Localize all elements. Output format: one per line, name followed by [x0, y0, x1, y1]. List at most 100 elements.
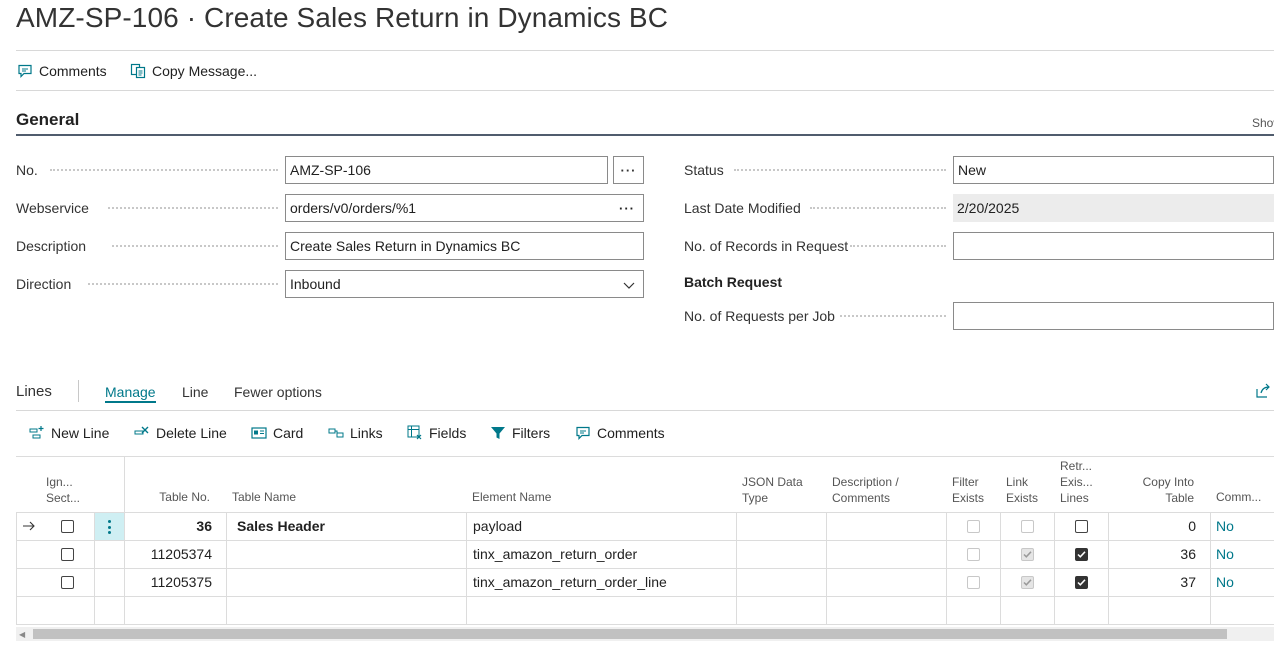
col-copy-into-header[interactable]: Copy Into Table — [1120, 474, 1194, 506]
checkbox — [967, 575, 980, 589]
leader-dots — [850, 245, 946, 247]
col-table-no-header[interactable]: Table No. — [140, 489, 210, 505]
col-copy-into-line2: Table — [1165, 491, 1194, 505]
fields-button[interactable]: Fields — [407, 425, 466, 441]
leader-dots — [112, 245, 278, 247]
checkbox — [1021, 519, 1034, 533]
fields-label: Fields — [429, 425, 467, 441]
new-line-button[interactable]: New Line — [29, 425, 109, 441]
copy-message-action[interactable]: Copy Message... — [130, 63, 257, 79]
comment-icon — [575, 425, 591, 441]
filters-button[interactable]: Filters — [490, 425, 550, 441]
row-1-copy-into[interactable]: 0 — [1120, 512, 1196, 540]
row-1-ignore-checkbox[interactable] — [61, 512, 74, 540]
col-ignore-header[interactable]: Ign... Sect... — [46, 474, 80, 506]
row-3-retr-checkbox[interactable] — [1075, 568, 1088, 596]
ellipsis-icon[interactable]: ··· — [619, 201, 635, 216]
row-2-retr-checkbox[interactable] — [1075, 540, 1088, 568]
general-section-title[interactable]: General — [16, 110, 79, 130]
filter-icon — [490, 425, 506, 441]
row-3-copy-into[interactable]: 37 — [1120, 568, 1196, 596]
row-2-link-exists — [1021, 540, 1034, 568]
col-table-name-header[interactable]: Table Name — [232, 489, 296, 505]
col-json-type-header[interactable]: JSON Data Type — [742, 474, 803, 506]
row-3-ignore-checkbox[interactable] — [61, 568, 74, 596]
checkbox — [1075, 547, 1088, 561]
share-icon[interactable] — [1255, 383, 1271, 402]
row-2-ignore-checkbox[interactable] — [61, 540, 74, 568]
row-3-table-no[interactable]: 11205375 — [130, 568, 212, 596]
comments-action[interactable]: Comments — [17, 63, 107, 79]
lines-comments-label: Comments — [597, 425, 665, 441]
row-2-copy-into[interactable]: 36 — [1120, 540, 1196, 568]
leader-dots — [108, 207, 278, 209]
new-line-icon — [29, 425, 45, 441]
col-retr-line3: Lines — [1060, 491, 1089, 505]
checkbox — [61, 547, 74, 561]
horizontal-scrollbar[interactable]: ◀ — [16, 627, 1274, 641]
grid-col-border — [736, 512, 737, 624]
row-3-comm-link[interactable]: No — [1216, 568, 1234, 596]
checkbox — [967, 547, 980, 561]
col-retr-line1: Retr... — [1060, 459, 1093, 473]
card-label: Card — [273, 425, 304, 441]
scrollbar-thumb[interactable] — [33, 629, 1227, 639]
delete-line-label: Delete Line — [156, 425, 227, 441]
last-modified-field-label: Last Date Modified — [684, 194, 952, 222]
delete-line-button[interactable]: Delete Line — [134, 425, 227, 441]
tab-fewer-options[interactable]: Fewer options — [234, 384, 322, 400]
tab-manage[interactable]: Manage — [105, 384, 156, 403]
tab-line[interactable]: Line — [182, 384, 208, 400]
row-1-table-no[interactable]: 36 — [130, 512, 212, 540]
grid-col-border — [946, 512, 947, 624]
direction-select[interactable]: Inbound — [285, 270, 644, 298]
status-field[interactable]: New — [953, 156, 1274, 184]
col-comm-header[interactable]: Comm... — [1216, 489, 1261, 505]
col-json-type-line1: JSON Data — [742, 475, 803, 489]
grid-col-border — [1210, 512, 1211, 624]
col-filter-exists-header[interactable]: Filter Exists — [952, 474, 984, 506]
grid-col-border — [826, 512, 827, 624]
leader-dots — [88, 283, 278, 285]
row-1-comm-link[interactable]: No — [1216, 512, 1234, 540]
scroll-left-icon[interactable]: ◀ — [19, 630, 25, 639]
requests-per-job-field[interactable] — [953, 302, 1274, 330]
row-1-retr-checkbox[interactable] — [1075, 512, 1088, 540]
lines-section-title[interactable]: Lines — [16, 383, 52, 400]
row-2-element-name[interactable]: tinx_amazon_return_order — [473, 540, 637, 568]
row-actions-button[interactable] — [95, 513, 124, 540]
fields-icon — [407, 425, 423, 441]
leader-dots — [734, 169, 946, 171]
comments-action-label: Comments — [39, 63, 107, 79]
row-2-comm-link[interactable]: No — [1216, 540, 1234, 568]
webservice-value: orders/v0/orders/%1 — [290, 200, 417, 216]
col-link-exists-header[interactable]: Link Exists — [1006, 474, 1038, 506]
last-modified-field: 2/20/2025 — [953, 194, 1274, 222]
card-button[interactable]: Card — [251, 425, 303, 441]
records-in-request-field[interactable] — [953, 232, 1274, 260]
grid-col-border — [1054, 512, 1055, 624]
description-field[interactable]: Create Sales Return in Dynamics BC — [285, 232, 644, 260]
no-label-text: No. — [16, 162, 38, 178]
row-2-table-no[interactable]: 11205374 — [130, 540, 212, 568]
grid-col-border — [16, 512, 17, 624]
checkbox — [1021, 575, 1034, 589]
links-button[interactable]: Links — [328, 425, 383, 441]
col-ignore-header-line1: Ign... — [46, 475, 73, 489]
grid-col-border — [1000, 512, 1001, 624]
col-element-name-header[interactable]: Element Name — [472, 489, 551, 505]
row-3-element-name[interactable]: tinx_amazon_return_order_line — [473, 568, 667, 596]
ellipsis-icon: ··· — [620, 162, 637, 178]
col-description-header[interactable]: Description / Comments — [832, 474, 899, 506]
show-more-link[interactable]: Show — [1252, 116, 1274, 130]
col-retr-header[interactable]: Retr... Exis... Lines — [1060, 458, 1093, 506]
col-link-exists-line2: Exists — [1006, 491, 1039, 505]
no-assist-button[interactable]: ··· — [613, 156, 644, 184]
row-1-element-name[interactable]: payload — [473, 512, 522, 540]
row-1-table-name[interactable]: Sales Header — [237, 512, 325, 540]
row-1-filter-exists — [967, 512, 980, 540]
webservice-field[interactable]: orders/v0/orders/%1 ··· — [285, 194, 644, 222]
last-modified-label-text: Last Date Modified — [684, 200, 801, 216]
lines-comments-button[interactable]: Comments — [575, 425, 665, 441]
no-field[interactable]: AMZ-SP-106 — [285, 156, 608, 184]
